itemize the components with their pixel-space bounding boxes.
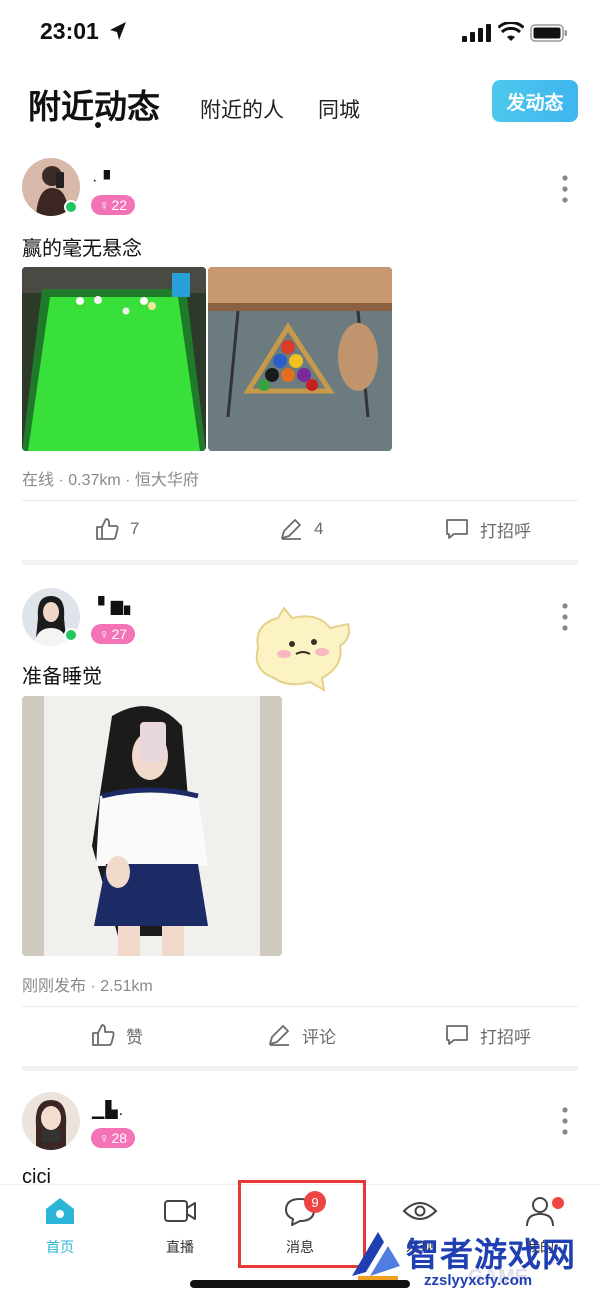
- username[interactable]: · ▘: [92, 170, 117, 190]
- pencil-icon: [281, 519, 301, 540]
- more-options-icon[interactable]: [558, 1106, 572, 1136]
- tab-nearby-feed[interactable]: 附近动态: [28, 80, 160, 128]
- header: 附近动态 附近的人 同城 发动态: [0, 64, 600, 144]
- greet-button[interactable]: 打招呼: [444, 1022, 531, 1048]
- age-badge: ♀ 28: [91, 1128, 135, 1148]
- comment-button[interactable]: 评论: [266, 1022, 336, 1048]
- tab-same-city[interactable]: 同城: [318, 94, 360, 124]
- wifi-icon: [498, 22, 524, 41]
- post-button[interactable]: 发动态: [492, 80, 578, 122]
- like-button[interactable]: 7: [94, 516, 139, 542]
- post-text: 赢的毫无悬念: [22, 238, 142, 260]
- female-icon: ♀: [98, 626, 110, 642]
- signal-icon: [462, 24, 491, 42]
- chat-icon: [446, 1025, 468, 1045]
- watermark-logo-icon: [352, 1232, 400, 1280]
- post-meta: 在线 · 0.37km · 恒大华府: [22, 472, 199, 489]
- age-badge: ♀ 27: [91, 624, 135, 644]
- female-icon: ♀: [98, 197, 110, 213]
- battery-icon: [530, 24, 567, 42]
- post-text: 准备睡觉: [22, 666, 102, 688]
- comment-button[interactable]: 4: [278, 516, 323, 542]
- status-time: 23:01: [40, 18, 99, 44]
- like-button[interactable]: 赞: [90, 1022, 143, 1048]
- billiard-balls-rack-photo[interactable]: [208, 267, 392, 451]
- tab-home[interactable]: 首页: [20, 1193, 100, 1257]
- username[interactable]: ▁▙.: [92, 1100, 124, 1120]
- tab-live[interactable]: 直播: [140, 1193, 220, 1257]
- home-icon: [46, 1198, 74, 1224]
- tab-nearby-people[interactable]: 附近的人: [200, 94, 284, 124]
- notification-dot: [552, 1197, 564, 1209]
- site-watermark: 智者游戏网 GAME zzslyyxcfy.com: [348, 1222, 598, 1296]
- thumbs-up-icon: [96, 518, 119, 540]
- divider: [22, 500, 578, 501]
- status-bar: 23:01: [0, 0, 600, 64]
- username[interactable]: ▝ ▆▖: [92, 596, 137, 616]
- more-options-icon[interactable]: [558, 602, 572, 632]
- online-status-dot: [64, 628, 78, 642]
- more-options-icon[interactable]: [558, 174, 572, 204]
- mascot-sticker: [255, 606, 350, 692]
- thumbs-up-icon: [92, 1024, 115, 1046]
- chat-icon: [446, 519, 468, 539]
- post-card: · ▘ ♀ 22 赢的毫无悬念 在线 · 0.37km · 恒大华府 7 4 打…: [0, 150, 600, 566]
- watermark-url: zzslyyxcfy.com: [424, 1272, 533, 1289]
- avatar[interactable]: [22, 1092, 80, 1150]
- age-badge: ♀ 22: [91, 195, 135, 215]
- greet-button[interactable]: 打招呼: [444, 516, 531, 542]
- pool-table-photo[interactable]: [22, 267, 206, 451]
- mirror-selfie-photo[interactable]: [22, 696, 282, 956]
- highlight-annotation-box: [238, 1180, 366, 1268]
- active-tab-indicator: [95, 122, 101, 128]
- pencil-icon: [269, 1025, 289, 1046]
- video-camera-icon: [164, 1200, 196, 1222]
- online-status-dot: [64, 200, 78, 214]
- post-card: ▁▙. ♀ 28 cici: [0, 1084, 600, 1188]
- divider: [22, 1006, 578, 1007]
- location-arrow-icon: [110, 22, 126, 40]
- section-separator: [22, 560, 578, 565]
- female-icon: ♀: [98, 1130, 110, 1146]
- section-separator: [22, 1066, 578, 1071]
- post-meta: 刚刚发布 · 2.51km: [22, 978, 153, 995]
